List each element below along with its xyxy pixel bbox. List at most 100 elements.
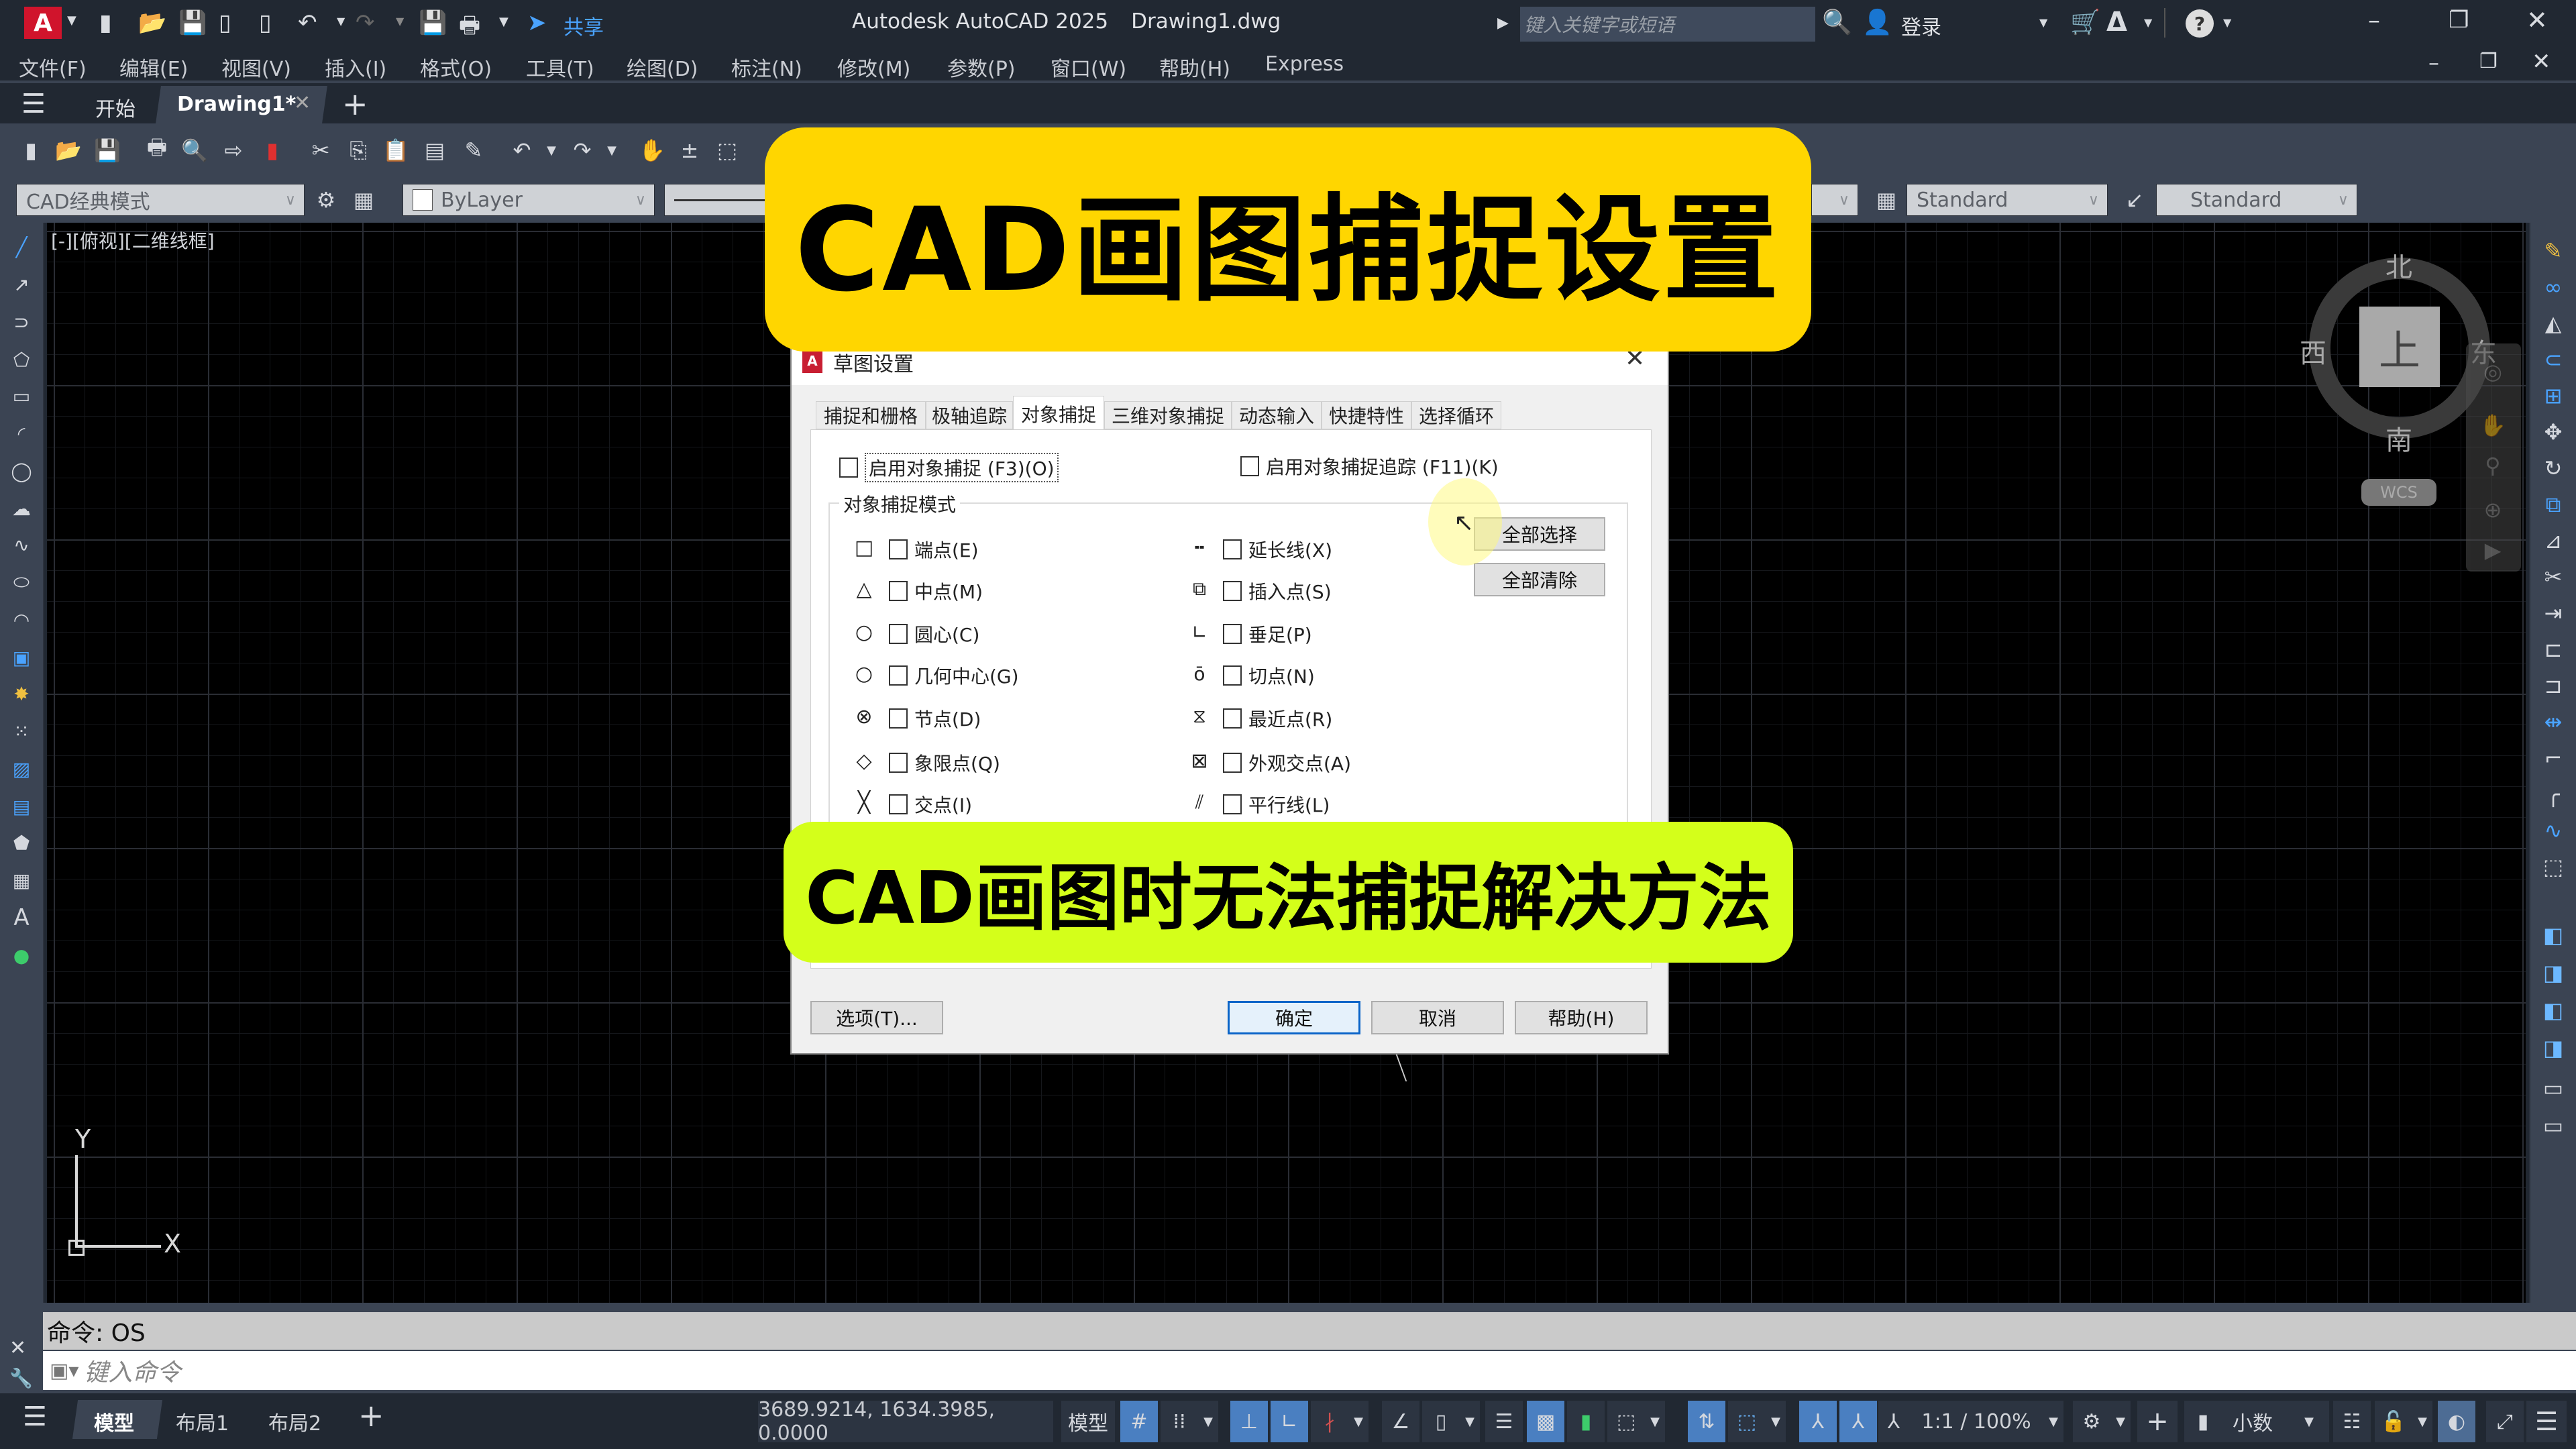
workspace-lock-icon[interactable]: ▦ [349, 185, 378, 215]
osnap-dropdown-icon[interactable]: ▼ [1460, 1401, 1480, 1442]
command-close-icon[interactable]: ✕ [9, 1336, 26, 1360]
polyline-icon[interactable]: ⊃ [7, 307, 36, 337]
open-icon[interactable]: 📂 [54, 136, 83, 165]
break-icon[interactable]: ⊐ [2538, 671, 2568, 700]
checkbox[interactable] [889, 708, 908, 729]
bring-to-front-icon[interactable]: ◧ [2538, 920, 2568, 950]
login-button[interactable]: 登录 [1901, 11, 1941, 40]
osnap-node[interactable]: 节点(D) [889, 705, 981, 732]
tab-start[interactable]: 开始 [95, 93, 136, 122]
isometric-drafting-icon[interactable]: ∠ [1382, 1401, 1419, 1442]
command-input[interactable]: ▣▾ 键入命令 [43, 1351, 2576, 1390]
multileader-style-icon[interactable]: ↙ [2120, 185, 2149, 215]
osnap-perpendicular[interactable]: 垂足(P) [1223, 621, 1312, 647]
open-file-icon[interactable]: 📂 [138, 9, 166, 36]
save-icon[interactable]: 💾 [93, 136, 122, 165]
doc-close-icon[interactable]: ✕ [2532, 48, 2551, 75]
isolate-objects-icon[interactable]: ◐ [2438, 1401, 2475, 1442]
osnap-nearest[interactable]: 最近点(R) [1223, 705, 1332, 732]
pan-hand-icon[interactable]: ✋ [637, 136, 667, 165]
menu-express[interactable]: Express [1265, 52, 1344, 76]
menu-draw[interactable]: 绘图(D) [627, 52, 698, 82]
login-dropdown-icon[interactable]: ▼ [2039, 16, 2047, 29]
selection-filter-icon[interactable]: ⬚ [1728, 1401, 1766, 1442]
orbit-icon[interactable]: ⊕ [2478, 495, 2508, 525]
coordinates-readout[interactable]: 3689.9214, 1634.3985, 0.0000 [758, 1398, 1053, 1445]
app-store-dropdown-icon[interactable]: ▼ [2144, 16, 2152, 29]
search-expand-arrow-icon[interactable]: ▶ [1497, 15, 1509, 32]
tab-layout2[interactable]: 布局2 [268, 1407, 321, 1436]
blend-curves-icon[interactable]: ∿ [2538, 816, 2568, 845]
ortho-mode-icon[interactable]: ∟ [1271, 1401, 1308, 1442]
scale-dropdown-icon[interactable]: ▼ [2043, 1401, 2063, 1442]
infer-constraints-icon[interactable]: ⊥ [1230, 1401, 1268, 1442]
viewcube-top-face[interactable]: 上 [2359, 307, 2440, 387]
ellipse-icon[interactable]: ⬭ [7, 568, 36, 597]
osnap-geometric-center[interactable]: 几何中心(G) [889, 662, 1019, 689]
save-as-icon[interactable]: 💾 [178, 9, 207, 36]
checkbox[interactable] [1223, 665, 1242, 686]
help-button[interactable]: 帮助(H) [1515, 1001, 1648, 1034]
redo-icon[interactable]: ↷ [568, 136, 597, 165]
enable-tracking-checkbox[interactable]: 启用对象捕捉追踪 (F11)(K) [1240, 453, 1499, 480]
menu-modify[interactable]: 修改(M) [837, 52, 910, 82]
snap-dropdown-icon[interactable]: ▼ [1198, 1401, 1218, 1442]
showmotion-icon[interactable]: ▶ [2478, 535, 2508, 565]
paste-icon[interactable]: 📋 [381, 136, 411, 165]
checkbox[interactable] [1223, 753, 1242, 773]
text-to-front-icon[interactable]: ▭ [2538, 1073, 2568, 1103]
menu-file[interactable]: 文件(F) [19, 52, 87, 82]
publish-icon[interactable]: ⇨ [219, 136, 248, 165]
osnap-insertion[interactable]: 插入点(S) [1223, 578, 1332, 604]
checkbox[interactable] [1223, 794, 1242, 814]
array-icon[interactable]: ⊞ [2538, 381, 2568, 411]
menu-view[interactable]: 视图(V) [221, 52, 291, 82]
polar-tracking-icon[interactable]: ∤ [1311, 1401, 1348, 1442]
mirror-icon[interactable]: ◭ [2538, 309, 2568, 338]
search-icon[interactable]: 🔍 [1822, 8, 1852, 36]
viewcube-west[interactable]: 西 [2300, 331, 2326, 370]
workspace-dropdown[interactable]: CAD经典模式 ∨ [16, 184, 305, 216]
lock-ui-dropdown-icon[interactable]: ▼ [2412, 1401, 2432, 1442]
send-to-back-icon[interactable]: ◨ [2538, 958, 2568, 987]
multileader-style-dropdown[interactable]: Standard ∨ [2156, 184, 2357, 216]
auto-scale-icon[interactable]: ⅄ [1839, 1401, 1877, 1442]
tab-selection-cycling[interactable]: 选择循环 [1411, 401, 1501, 429]
stretch-icon[interactable]: ⊿ [2538, 526, 2568, 555]
clear-all-button[interactable]: 全部清除 [1474, 563, 1605, 596]
redo-dropdown-icon[interactable]: ▼ [396, 15, 404, 28]
help-search-input[interactable]: 键入关键字或短语 [1520, 7, 1815, 42]
workspace-switching-gear-icon[interactable]: ⚙ [2073, 1401, 2110, 1442]
polar-dropdown-icon[interactable]: ▼ [1348, 1401, 1368, 1442]
annotation-scale-value[interactable]: 1:1 / 100% [1909, 1401, 2043, 1442]
multiline-text-icon[interactable]: A [7, 903, 36, 932]
osnap-midpoint[interactable]: 中点(M) [889, 578, 983, 604]
lineweight-icon[interactable]: ☰ [1485, 1401, 1523, 1442]
offset-icon[interactable]: ⊂ [2538, 345, 2568, 374]
user-icon[interactable]: 👤 [1862, 8, 1892, 36]
3d-osnap-icon[interactable]: ⬚ [1607, 1401, 1645, 1442]
pan-icon[interactable]: ✋ [2478, 411, 2508, 440]
restore-icon[interactable]: ❐ [2449, 7, 2469, 34]
lineweight-dropdown[interactable]: ∨ [1811, 184, 1858, 216]
line-icon[interactable]: ╱ [7, 232, 36, 262]
tab-close-icon[interactable]: ✕ [294, 91, 311, 115]
checkbox[interactable] [1223, 624, 1242, 644]
polygon-icon[interactable]: ⬠ [7, 345, 36, 374]
menu-window[interactable]: 窗口(W) [1051, 52, 1126, 82]
add-selected-icon[interactable]: ● [7, 941, 36, 970]
fillet-icon[interactable]: ╭ [2538, 780, 2568, 809]
share-label[interactable]: 共享 [564, 11, 604, 40]
dynamic-ucs-icon[interactable]: ⇅ [1688, 1401, 1725, 1442]
osnap-intersection[interactable]: 交点(I) [889, 791, 972, 818]
ok-button[interactable]: 确定 [1228, 1001, 1360, 1034]
menu-edit[interactable]: 编辑(E) [119, 52, 188, 82]
extend-icon[interactable]: ⇥ [2538, 598, 2568, 628]
copy-object-icon[interactable]: ∞ [2538, 272, 2568, 302]
command-customize-wrench-icon[interactable]: 🔧 [9, 1367, 33, 1389]
checkbox[interactable] [889, 581, 908, 601]
make-block-icon[interactable]: ✸ [7, 679, 36, 708]
autodesk-app-store-icon[interactable]: Δ [2106, 7, 2127, 38]
command-prompt-icon[interactable]: ▣▾ [50, 1359, 78, 1383]
tab-object-snap[interactable]: 对象捕捉 [1013, 396, 1104, 431]
